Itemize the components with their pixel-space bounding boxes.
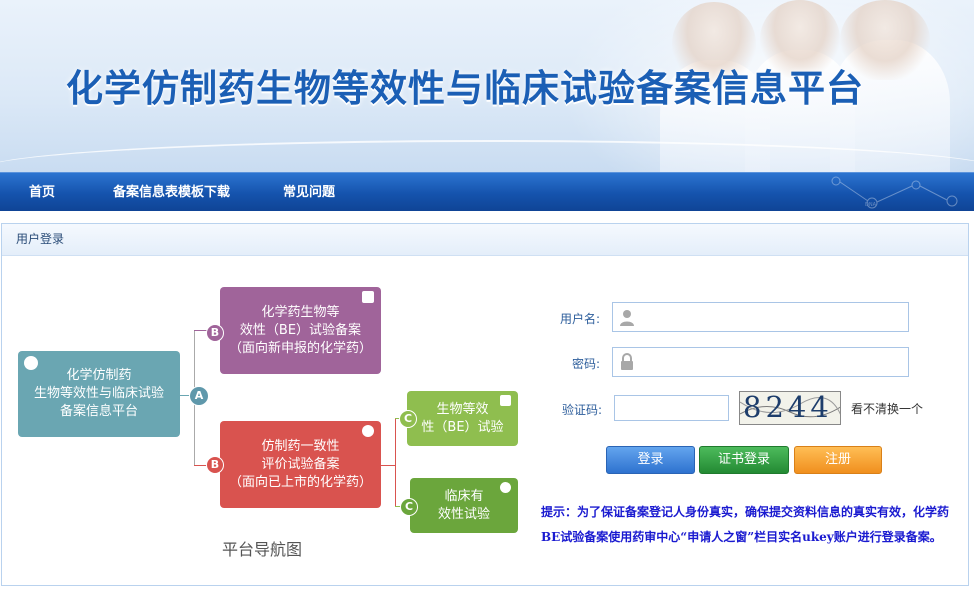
password-field[interactable]	[612, 347, 909, 377]
node-consistency-filing[interactable]: 仿制药一致性 评价试验备案 （面向已上市的化学药）	[220, 421, 381, 508]
user-icon	[620, 310, 634, 326]
user-icon	[24, 356, 38, 370]
badge-c2: C	[400, 498, 418, 516]
document-icon	[362, 291, 374, 303]
captcha-field[interactable]	[614, 395, 729, 421]
node-root[interactable]: 化学仿制药 生物等效性与临床试验 备案信息平台	[18, 351, 180, 437]
badge-a: A	[189, 386, 209, 406]
tip-line1: 提示：为了保证备案登记人身份真实，确保提交资料信息的真实有效，化学药	[541, 505, 950, 519]
node-root-line3: 备案信息平台	[59, 404, 138, 419]
main-nav: 首页 备案信息表模板下载 常见问题 DNA	[0, 172, 974, 211]
badge-c1: C	[399, 410, 417, 428]
site-title: 化学仿制药生物等效性与临床试验备案信息平台	[66, 67, 864, 110]
header-banner: 化学仿制药生物等效性与临床试验备案信息平台	[0, 0, 974, 172]
node-consistency-line1: 仿制药一致性	[261, 438, 340, 454]
panel-header: 用户登录	[2, 224, 968, 256]
node-be-test-line2: 性（BE）试验	[421, 419, 504, 435]
tip-line2: BE试验备案使用药审中心“申请人之窗”栏目实名ukey账户进行登录备案。	[541, 530, 942, 544]
login-tip: 提示：为了保证备案登记人身份真实，确保提交资料信息的真实有效，化学药 BE试验备…	[541, 500, 963, 550]
login-button[interactable]: 登录	[606, 446, 695, 474]
node-root-line1: 化学仿制药	[66, 368, 132, 383]
badge-b1: B	[206, 324, 224, 342]
pin-icon	[362, 425, 374, 437]
nav-home[interactable]: 首页	[29, 173, 55, 212]
node-be-line3: （面向新申报的化学药）	[228, 340, 372, 356]
lock-icon	[621, 353, 633, 370]
node-consistency-line2: 评价试验备案	[261, 456, 340, 472]
captcha-text: 8244	[743, 391, 833, 424]
leaf1-document-icon	[500, 395, 511, 406]
node-be-line2: 效性（BE）试验备案	[239, 322, 362, 338]
nav-faq[interactable]: 常见问题	[283, 173, 335, 212]
username-field[interactable]	[612, 302, 909, 332]
node-clinical-line1: 临床有	[444, 488, 484, 504]
badge-b2: B	[206, 456, 224, 474]
password-label: 密码:	[571, 357, 600, 371]
nav-template-download[interactable]: 备案信息表模板下载	[113, 173, 230, 212]
connector-b2-out	[381, 465, 395, 466]
node-be-test-line1: 生物等效	[436, 401, 489, 417]
connector-vertical-b	[395, 418, 396, 506]
node-clinical-line2: 效性试验	[437, 506, 490, 522]
username-label: 用户名:	[559, 312, 600, 326]
dna-decoration-icon: DNA	[831, 176, 958, 209]
diagram-caption: 平台导航图	[222, 540, 303, 559]
dna-text: DNA	[865, 202, 877, 208]
refresh-captcha-link[interactable]: 看不清换一个	[851, 400, 923, 417]
leaf2-user-icon	[500, 482, 511, 493]
register-button[interactable]: 注册	[794, 446, 882, 474]
node-consistency-line3: （面向已上市的化学药）	[228, 474, 372, 490]
node-root-line2: 生物等效性与临床试验	[33, 386, 164, 401]
node-be-filing[interactable]: 化学药生物等 效性（BE）试验备案 （面向新申报的化学药）	[220, 287, 381, 374]
captcha-image[interactable]: 8244	[739, 391, 841, 425]
node-be-line1: 化学药生物等	[261, 304, 340, 320]
cert-login-button[interactable]: 证书登录	[699, 446, 789, 474]
captcha-label: 验证码:	[561, 403, 602, 417]
